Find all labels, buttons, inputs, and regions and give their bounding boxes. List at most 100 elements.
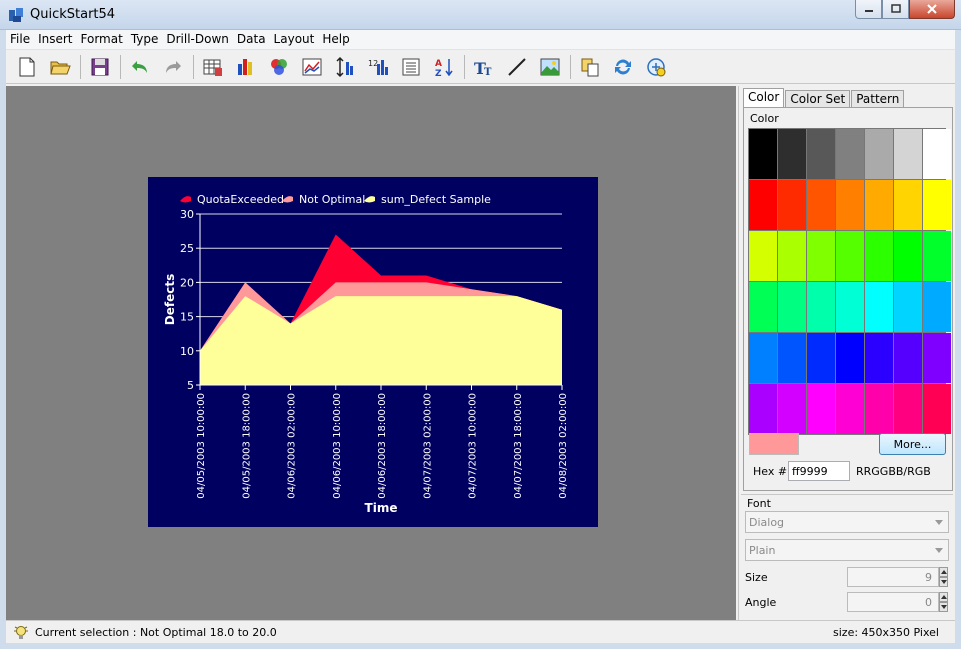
toolbar-separator (193, 54, 194, 79)
color-swatch[interactable] (894, 129, 922, 179)
color-swatch[interactable] (749, 384, 777, 434)
menu-format[interactable]: Format (77, 30, 127, 49)
font-size-spinner[interactable]: 9 (847, 567, 939, 587)
zoom-button[interactable] (641, 53, 671, 81)
tab-pattern[interactable]: Pattern (851, 90, 905, 108)
color-swatch[interactable] (778, 129, 806, 179)
font-angle-stepper[interactable] (939, 592, 948, 612)
color-swatch[interactable] (836, 129, 864, 179)
color-swatch[interactable] (836, 180, 864, 230)
line-chart-icon (302, 58, 322, 75)
increment-icon[interactable] (939, 567, 948, 577)
chart-canvas-area[interactable]: 5 10 15 20 25 30 04/05/2003 10:00:00 04/05/2003… (6, 86, 736, 620)
color-swatch[interactable] (749, 333, 777, 383)
color-swatch[interactable] (807, 180, 835, 230)
menu-insert[interactable]: Insert (34, 30, 76, 49)
font-family-select[interactable]: Dialog (745, 511, 949, 533)
menu-type[interactable]: Type (127, 30, 163, 49)
refresh-button[interactable] (608, 53, 638, 81)
legend-label[interactable]: Not Optimal (299, 193, 365, 206)
color-swatch[interactable] (923, 129, 951, 179)
tab-color-set[interactable]: Color Set (785, 90, 851, 108)
color-swatch[interactable] (836, 384, 864, 434)
sort-button[interactable]: AZ (429, 53, 459, 81)
color-swatch[interactable] (865, 180, 893, 230)
series-area-2[interactable] (200, 296, 562, 385)
color-swatch[interactable] (923, 333, 951, 383)
line-tool-button[interactable] (502, 53, 532, 81)
color-swatch[interactable] (807, 282, 835, 332)
more-colors-button[interactable]: More... (879, 433, 946, 455)
decrement-icon[interactable] (939, 602, 948, 612)
x-tick-label: 04/07/2003 18:00:00 (513, 393, 524, 499)
color-swatch[interactable] (778, 180, 806, 230)
undo-button[interactable] (125, 53, 155, 81)
color-swatch[interactable] (749, 180, 777, 230)
menu-help[interactable]: Help (318, 30, 353, 49)
color-swatch[interactable] (807, 231, 835, 281)
color-swatch[interactable] (836, 231, 864, 281)
color-swatch[interactable] (807, 384, 835, 434)
color-swatch[interactable] (778, 231, 806, 281)
color-swatch[interactable] (894, 180, 922, 230)
close-button[interactable] (909, 0, 955, 19)
list-button[interactable] (396, 53, 426, 81)
color-swatch[interactable] (923, 282, 951, 332)
color-swatch[interactable] (865, 129, 893, 179)
data-table-button[interactable] (198, 53, 228, 81)
tab-color[interactable]: Color (743, 88, 785, 108)
area-chart[interactable]: 5 10 15 20 25 30 04/05/2003 10:00:00 04/05/2003… (148, 177, 598, 527)
color-swatch[interactable] (749, 129, 777, 179)
color-swatch[interactable] (778, 333, 806, 383)
color-swatch[interactable] (894, 384, 922, 434)
color-swatch[interactable] (923, 180, 951, 230)
image-tool-icon (540, 58, 560, 75)
image-tool-button[interactable] (535, 53, 565, 81)
color-swatch[interactable] (865, 384, 893, 434)
font-angle-spinner[interactable]: 0 (847, 592, 939, 612)
maximize-button[interactable] (882, 0, 909, 19)
color-swatch[interactable] (865, 282, 893, 332)
color-swatch[interactable] (865, 231, 893, 281)
color-swatch[interactable] (749, 231, 777, 281)
color-swatch[interactable] (923, 384, 951, 434)
menu-layout[interactable]: Layout (270, 30, 319, 49)
text-tool-button[interactable]: TT (469, 53, 499, 81)
line-chart-button[interactable] (297, 53, 327, 81)
color-swatch[interactable] (778, 384, 806, 434)
new-button[interactable] (12, 53, 42, 81)
menu-data[interactable]: Data (233, 30, 270, 49)
color-swatch[interactable] (894, 333, 922, 383)
hex-input[interactable] (788, 461, 850, 481)
color-swatch[interactable] (865, 333, 893, 383)
color-swatch[interactable] (894, 282, 922, 332)
color-swatch[interactable] (923, 231, 951, 281)
bar-data-button[interactable]: 12 (363, 53, 393, 81)
open-button[interactable] (45, 53, 75, 81)
color-swatch[interactable] (836, 333, 864, 383)
menu-file[interactable]: File (6, 30, 34, 49)
color-swatch[interactable] (894, 231, 922, 281)
increment-icon[interactable] (939, 592, 948, 602)
copy-button[interactable] (575, 53, 605, 81)
legend-label[interactable]: QuotaExceeded (197, 193, 284, 206)
color-swatch[interactable] (836, 282, 864, 332)
new-file-icon (19, 57, 35, 76)
menu-drill-down[interactable]: Drill-Down (162, 30, 233, 49)
save-button[interactable] (85, 53, 115, 81)
color-swatch[interactable] (778, 282, 806, 332)
font-size-stepper[interactable] (939, 567, 948, 587)
minimize-button[interactable] (855, 0, 882, 19)
color-swatch[interactable] (807, 333, 835, 383)
color-palette-button[interactable] (264, 53, 294, 81)
decrement-icon[interactable] (939, 577, 948, 587)
redo-button[interactable] (158, 53, 188, 81)
chart-type-button[interactable] (231, 53, 261, 81)
color-swatch[interactable] (807, 129, 835, 179)
save-icon (91, 58, 109, 75)
legend-label[interactable]: sum_Defect Sample (381, 193, 491, 206)
font-family-value: Dialog (749, 516, 785, 529)
axis-scale-button[interactable] (330, 53, 360, 81)
font-style-select[interactable]: Plain (745, 539, 949, 561)
color-swatch[interactable] (749, 282, 777, 332)
